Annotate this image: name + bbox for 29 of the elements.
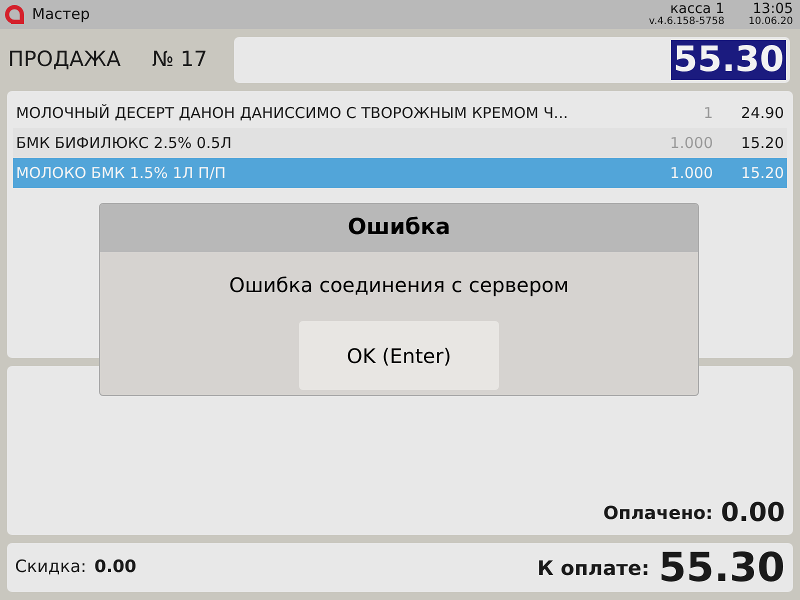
item-row[interactable]: БМК БИФИЛЮКС 2.5% 0.5Л 1.000 15.20 xyxy=(13,128,787,158)
paid-label: Оплачено: xyxy=(603,502,713,526)
item-quantity: 1.000 xyxy=(669,132,713,154)
item-price: 24.90 xyxy=(740,102,784,124)
item-name: БМК БИФИЛЮКС 2.5% 0.5Л xyxy=(16,132,233,154)
discount-amount: 0.00 xyxy=(94,556,136,579)
item-price: 15.20 xyxy=(740,162,784,184)
version-label: v.4.6.158-5758 xyxy=(648,16,724,28)
item-name: МОЛОКО БМК 1.5% 1Л П/П xyxy=(16,162,227,184)
item-quantity: 1 xyxy=(702,102,713,124)
discount-label: Скидка: xyxy=(15,556,86,579)
receipt-number: № 17 xyxy=(152,46,208,74)
total-amount: 55.30 xyxy=(671,40,786,80)
due-amount: 55.30 xyxy=(658,548,785,588)
window-title: Мастер xyxy=(32,4,90,26)
ok-button[interactable]: OK (Enter) xyxy=(299,321,499,390)
item-name: МОЛОЧНЫЙ ДЕСЕРТ ДАНОН ДАНИССИМО С ТВОРОЖНЫМ КРЕМОМ Ч... xyxy=(16,102,569,124)
register-label: касса 1 xyxy=(670,2,724,17)
item-quantity: 1.000 xyxy=(669,162,713,184)
sale-label: ПРОДАЖА xyxy=(7,46,122,74)
dialog-message: Ошибка соединения с сервером xyxy=(229,272,569,299)
clock-time: 13:05 xyxy=(752,2,793,17)
paid-amount: 0.00 xyxy=(720,498,785,528)
app-logo-icon xyxy=(5,5,24,24)
item-price: 15.20 xyxy=(740,132,784,154)
dialog-title: Ошибка xyxy=(100,204,698,252)
item-row[interactable]: МОЛОЧНЫЙ ДЕСЕРТ ДАНОН ДАНИССИМО С ТВОРОЖНЫМ КРЕМОМ Ч... 1 24.90 xyxy=(13,98,787,128)
clock-date: 10.06.20 xyxy=(748,16,793,28)
due-label: К оплате: xyxy=(537,554,650,582)
